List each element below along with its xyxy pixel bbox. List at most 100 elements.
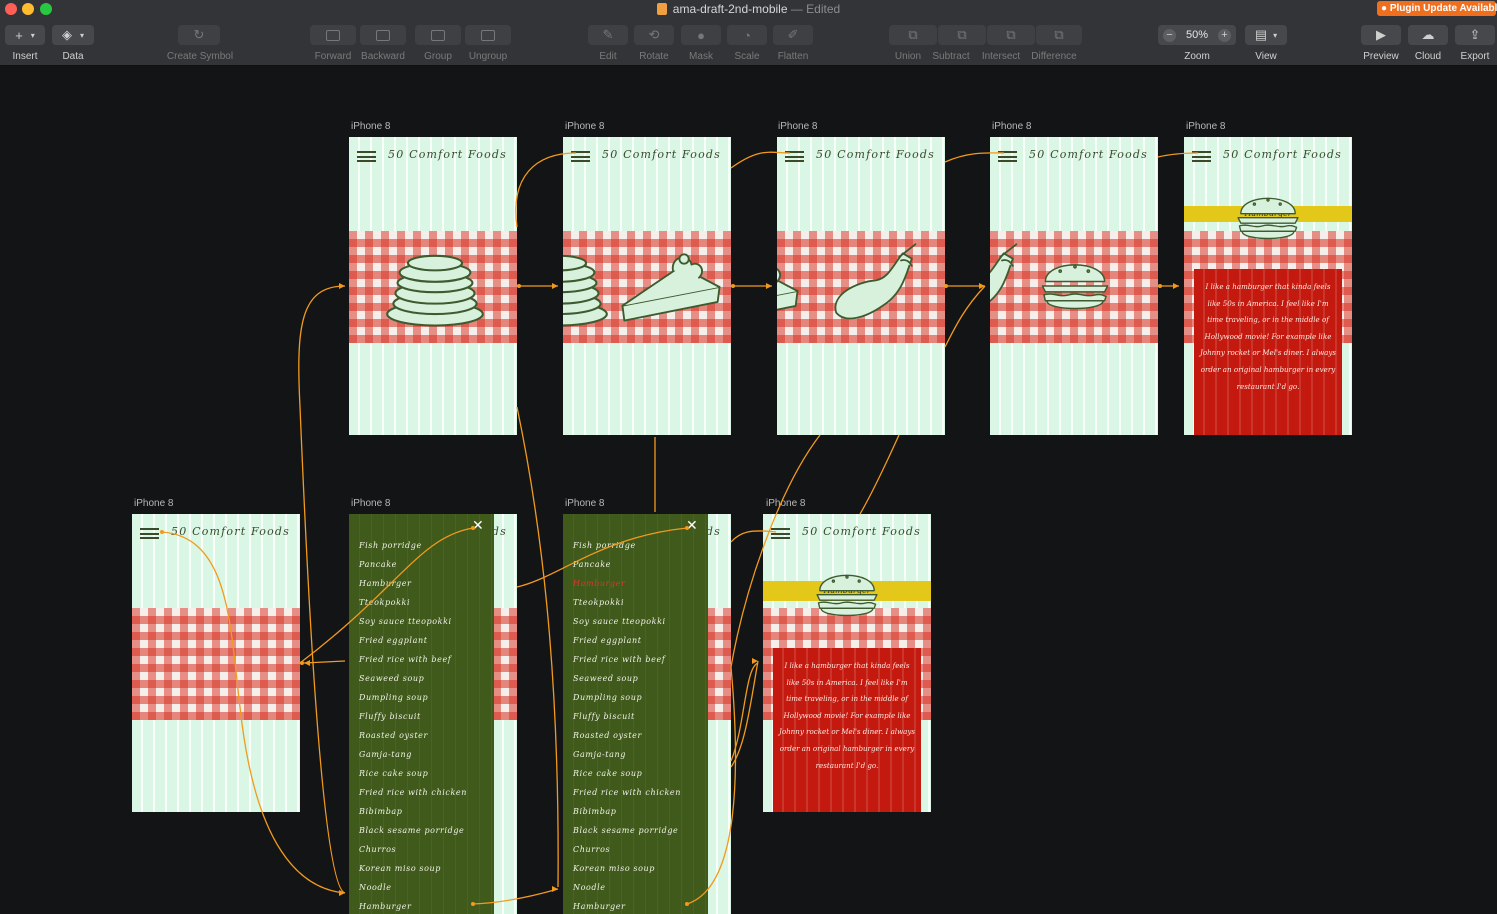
menu-item[interactable]: Hamburger: [359, 897, 467, 914]
create-symbol-button[interactable]: ↻: [178, 25, 220, 45]
menu-item[interactable]: Fried eggplant: [573, 631, 681, 650]
menu-item[interactable]: Fried rice with chicken: [573, 783, 681, 802]
artboard-label[interactable]: iPhone 8: [351, 121, 390, 132]
export-button[interactable]: ⇪: [1455, 25, 1495, 45]
artboard-label[interactable]: iPhone 8: [134, 498, 173, 509]
forward-button[interactable]: [310, 25, 356, 45]
cake-slice-illustration[interactable]: [615, 247, 727, 327]
burger-illustration[interactable]: [1038, 251, 1112, 315]
union-button[interactable]: ⧉: [889, 25, 937, 45]
subtract-button[interactable]: ⧉: [938, 25, 986, 45]
preview-button[interactable]: ▶: [1361, 25, 1401, 45]
menu-item[interactable]: Dumpling soup: [359, 688, 467, 707]
menu-item[interactable]: Korean miso soup: [573, 859, 681, 878]
menu-item[interactable]: Fried rice with beef: [359, 650, 467, 669]
hamburger-menu-icon[interactable]: [571, 151, 590, 162]
artboard-eggplant[interactable]: 50 Comfort Foods: [777, 137, 945, 435]
artboard-home[interactable]: 50 Comfort Foods: [132, 514, 300, 812]
menu-item[interactable]: Fish porridge: [359, 536, 467, 555]
menu-item[interactable]: Seaweed soup: [359, 669, 467, 688]
menu-item[interactable]: Bibimbap: [573, 802, 681, 821]
insert-button[interactable]: + ▾: [5, 25, 45, 45]
close-icon[interactable]: ✕: [472, 518, 484, 534]
artboard-label[interactable]: iPhone 8: [351, 498, 390, 509]
menu-item[interactable]: Rice cake soup: [359, 764, 467, 783]
menu-item[interactable]: Noodle: [359, 878, 467, 897]
data-button[interactable]: ◈ ▾: [52, 25, 94, 45]
close-icon[interactable]: ✕: [686, 518, 698, 534]
menu-item[interactable]: Fluffy biscuit: [359, 707, 467, 726]
pancake-illustration[interactable]: [563, 245, 611, 329]
artboard-label[interactable]: iPhone 8: [766, 498, 805, 509]
menu-item[interactable]: Fluffy biscuit: [573, 707, 681, 726]
menu-item[interactable]: Soy sauce tteopokki: [359, 612, 467, 631]
flatten-button[interactable]: ✐: [773, 25, 813, 45]
hamburger-menu-icon[interactable]: [140, 528, 159, 539]
design-canvas[interactable]: iPhone 8 iPhone 8 iPhone 8 iPhone 8 iPho…: [0, 67, 1497, 914]
menu-item[interactable]: Rice cake soup: [573, 764, 681, 783]
artboard-label[interactable]: iPhone 8: [992, 121, 1031, 132]
mask-button[interactable]: ●: [681, 25, 721, 45]
hamburger-menu-icon[interactable]: [771, 528, 790, 539]
menu-item[interactable]: Fried eggplant: [359, 631, 467, 650]
edit-button[interactable]: ✎: [588, 25, 628, 45]
menu-item[interactable]: Dumpling soup: [573, 688, 681, 707]
scale-button[interactable]: ◔: [727, 25, 767, 45]
hamburger-menu-icon[interactable]: [785, 151, 804, 162]
menu-item[interactable]: Roasted oyster: [359, 726, 467, 745]
view-button[interactable]: ▤ ▾: [1245, 25, 1287, 45]
burger-illustration[interactable]: [1234, 183, 1302, 247]
artboard-cake[interactable]: 50 Comfort Foods: [563, 137, 731, 435]
menu-item[interactable]: Soy sauce tteopokki: [573, 612, 681, 631]
artboard-label[interactable]: iPhone 8: [778, 121, 817, 132]
hamburger-menu-icon[interactable]: [1192, 151, 1211, 162]
menu-item[interactable]: Tteokpokki: [359, 593, 467, 612]
artboard-label[interactable]: iPhone 8: [1186, 121, 1225, 132]
hamburger-menu-icon[interactable]: [998, 151, 1017, 162]
artboard-hamburger-detail[interactable]: 50 Comfort Foods Hamburger I like a hamb…: [763, 514, 931, 812]
difference-button[interactable]: ⧉: [1036, 25, 1082, 45]
menu-item[interactable]: Bibimbap: [359, 802, 467, 821]
menu-item[interactable]: Pancake: [573, 555, 681, 574]
hamburger-menu-icon[interactable]: [357, 151, 376, 162]
cloud-button[interactable]: ☁: [1408, 25, 1448, 45]
zoom-out-button[interactable]: −: [1163, 28, 1176, 42]
burger-illustration[interactable]: [813, 560, 881, 624]
menu-item[interactable]: Gamja-tang: [359, 745, 467, 764]
artboard-menu-active[interactable]: 50 Comfort Foods ✕ Fish porridge Pancake…: [563, 514, 731, 914]
intersect-button[interactable]: ⧉: [987, 25, 1035, 45]
eggplant-illustration[interactable]: [829, 241, 919, 325]
zoom-in-button[interactable]: +: [1218, 28, 1231, 42]
artboard-menu[interactable]: 50 Comfort Foods ✕ Fish porridge Pancake…: [349, 514, 517, 914]
menu-item[interactable]: Churros: [573, 840, 681, 859]
menu-item[interactable]: Korean miso soup: [359, 859, 467, 878]
artboard-pancake[interactable]: 50 Comfort Foods: [349, 137, 517, 435]
artboard-hamburger[interactable]: 50 Comfort Foods: [990, 137, 1158, 435]
menu-item[interactable]: Seaweed soup: [573, 669, 681, 688]
zoom-control[interactable]: − 50% +: [1158, 25, 1236, 45]
artboard-label[interactable]: iPhone 8: [565, 121, 604, 132]
menu-item[interactable]: Roasted oyster: [573, 726, 681, 745]
ungroup-button[interactable]: [465, 25, 511, 45]
menu-item[interactable]: Hamburger: [359, 574, 467, 593]
menu-item[interactable]: Churros: [359, 840, 467, 859]
menu-item-active[interactable]: Hamburger: [573, 574, 681, 593]
artboard-hamburger-detail[interactable]: 50 Comfort Foods Hamburger I like a hamb…: [1184, 137, 1352, 435]
menu-item[interactable]: Black sesame porridge: [573, 821, 681, 840]
menu-item[interactable]: Fried rice with chicken: [359, 783, 467, 802]
menu-item[interactable]: Hamburger: [573, 897, 681, 914]
menu-item[interactable]: Tteokpokki: [573, 593, 681, 612]
menu-item[interactable]: Noodle: [573, 878, 681, 897]
menu-item[interactable]: Black sesame porridge: [359, 821, 467, 840]
rotate-button[interactable]: ⟲: [634, 25, 674, 45]
artboard-label[interactable]: iPhone 8: [565, 498, 604, 509]
plugin-update-badge[interactable]: ● Plugin Update Available: [1377, 1, 1497, 16]
group-button[interactable]: [415, 25, 461, 45]
cake-slice-illustration[interactable]: [777, 251, 805, 331]
backward-button[interactable]: [360, 25, 406, 45]
menu-item[interactable]: Pancake: [359, 555, 467, 574]
pancake-illustration[interactable]: [383, 245, 487, 329]
menu-item[interactable]: Fried rice with beef: [573, 650, 681, 669]
menu-item[interactable]: Gamja-tang: [573, 745, 681, 764]
eggplant-illustration[interactable]: [990, 241, 1020, 325]
